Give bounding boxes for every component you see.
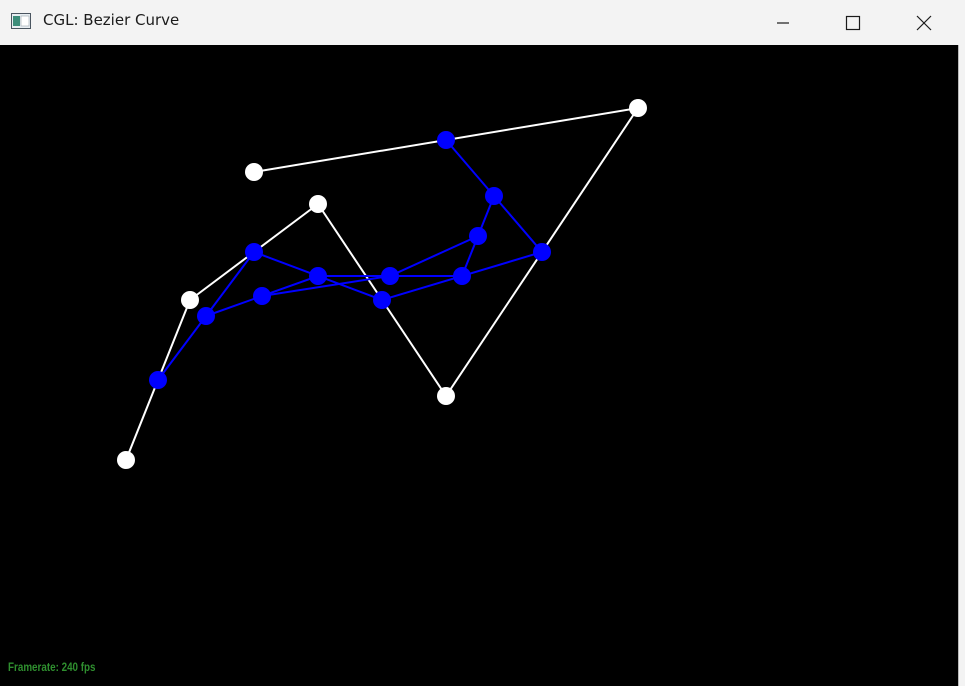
control-point[interactable] (181, 291, 199, 309)
close-button[interactable] (901, 0, 947, 45)
minimize-icon (777, 21, 789, 24)
intermediate-point (485, 187, 503, 205)
control-point[interactable] (629, 99, 647, 117)
maximize-button[interactable] (830, 0, 876, 45)
window-title: CGL: Bezier Curve (43, 11, 180, 29)
minimize-button[interactable] (760, 0, 806, 45)
close-icon (916, 15, 932, 30)
intermediate-point (149, 371, 167, 389)
intermediate-point (453, 267, 471, 285)
control-point[interactable] (309, 195, 327, 213)
intermediate-point (197, 307, 215, 325)
bezier-canvas[interactable] (0, 45, 958, 686)
control-point[interactable] (245, 163, 263, 181)
intermediate-points (149, 131, 551, 389)
intermediate-point (309, 267, 327, 285)
title-bar[interactable]: CGL: Bezier Curve (0, 0, 959, 45)
intermediate-point (253, 287, 271, 305)
intermediate-point (381, 267, 399, 285)
app-window: CGL: Bezier Curve Framerate: 240 fps (0, 0, 959, 686)
intermediate-point (245, 243, 263, 261)
intermediate-point (373, 291, 391, 309)
control-polygon (125, 107, 639, 461)
intermediate-polygons (157, 139, 544, 381)
intermediate-point (437, 131, 455, 149)
intermediate-point (533, 243, 551, 261)
level-3-polygon (261, 235, 479, 297)
maximize-icon (845, 15, 861, 30)
control-point[interactable] (437, 387, 455, 405)
intermediate-point (469, 227, 487, 245)
control-points (117, 99, 647, 469)
app-icon (11, 13, 31, 29)
framerate-label: Framerate: 240 fps (8, 660, 96, 674)
level-1-polygon (157, 139, 544, 381)
control-point[interactable] (117, 451, 135, 469)
